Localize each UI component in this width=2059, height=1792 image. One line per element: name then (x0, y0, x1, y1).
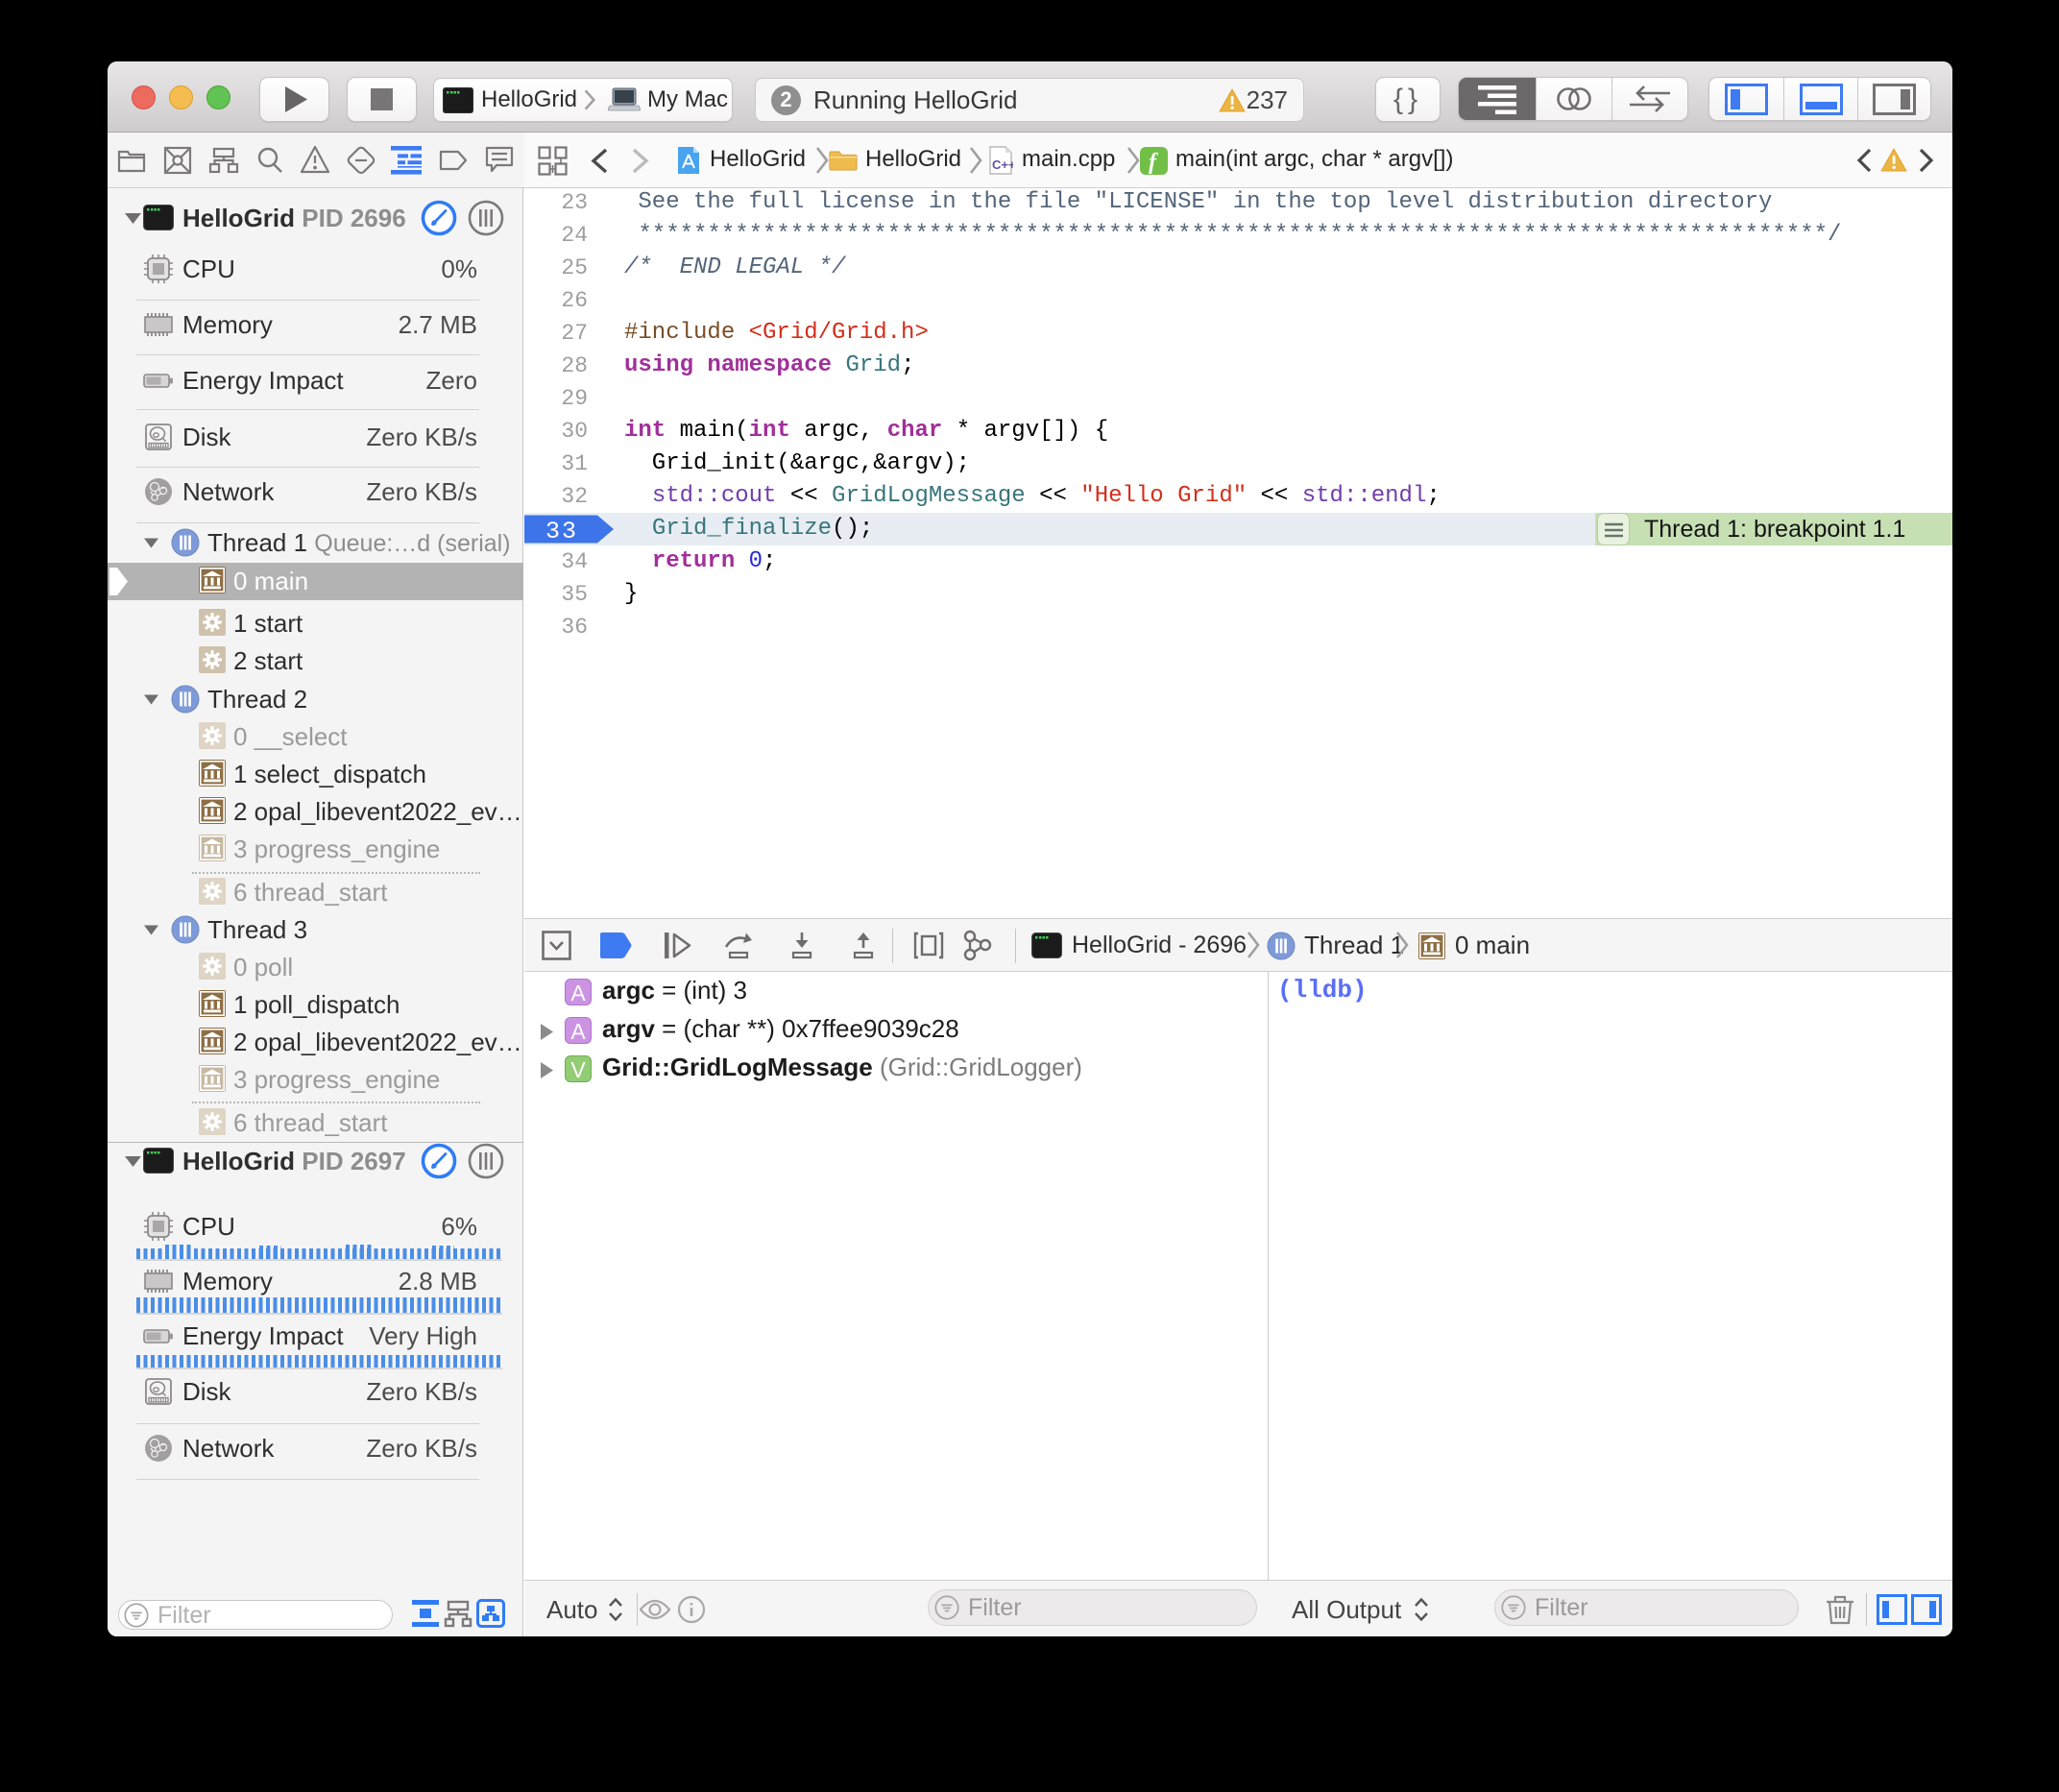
svg-text:C++: C++ (992, 157, 1013, 172)
